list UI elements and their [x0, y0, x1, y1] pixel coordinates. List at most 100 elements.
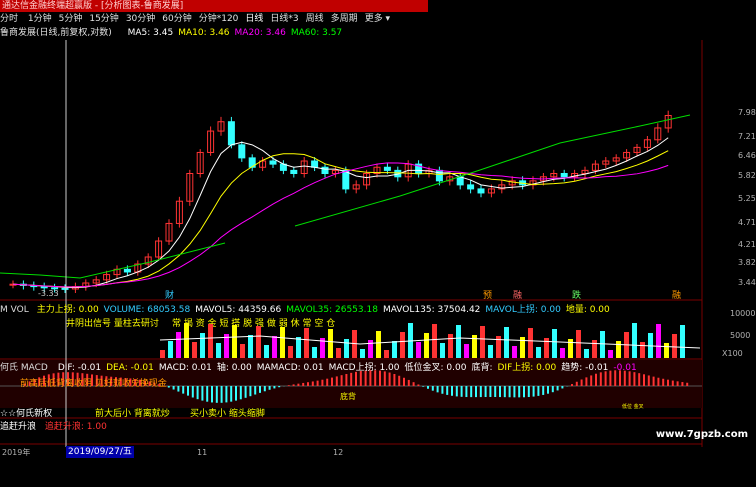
- volume-bar: [608, 350, 613, 358]
- candle-body: [560, 173, 568, 178]
- volume-bar: [256, 326, 261, 358]
- period-tab[interactable]: 1分钟: [28, 14, 52, 24]
- macd-indicator-value: MAMACD: 0.01: [256, 363, 324, 373]
- volume-bar: [536, 347, 541, 358]
- macd-bottom-tag: 底背: [340, 391, 356, 401]
- volume-bar: [488, 345, 493, 358]
- volume-bar: [176, 332, 181, 358]
- volume-bar: [296, 337, 301, 358]
- macd-indicator-value: DIF: -0.01: [57, 363, 102, 373]
- volume-bar: [656, 324, 661, 358]
- ma-value: MA5: 3.45: [127, 28, 174, 38]
- volume-bar: [312, 347, 317, 358]
- macd-indicator-header: 何氏 MACD DIF: -0.01 DEA: -0.01 MACD: 0.01 轴: …: [0, 362, 642, 374]
- period-fenshi[interactable]: 分时: [0, 14, 18, 24]
- vol-tick-label: 10000: [730, 309, 755, 318]
- date-axis-tick-12: 12: [333, 448, 344, 457]
- ma-value: MA10: 3.46: [178, 28, 230, 38]
- macd-indicator-value: MACD: 0.01: [158, 363, 212, 373]
- period-tab[interactable]: 15分钟: [89, 14, 118, 24]
- macd-panel-title: 何氏 MACD: [0, 363, 48, 373]
- volume-bar: [576, 330, 581, 358]
- macd-caption-2: 买小卖小 缩头缩脚: [190, 409, 265, 419]
- volume-bar: [448, 334, 453, 358]
- volume-bar: [456, 325, 461, 358]
- price-tick-label: 5.82: [738, 171, 756, 180]
- bottom-indicator-label: 追赶升浪: [0, 422, 37, 432]
- price-tick-label: 3.82: [738, 258, 756, 267]
- volume-bar: [160, 350, 165, 358]
- volume-bar: [568, 339, 573, 358]
- macd-tiny-label: 低位 金叉: [622, 403, 644, 410]
- macd-indicator-value: DEA: -0.01: [106, 363, 154, 373]
- price-tick-label: 3.44: [738, 278, 756, 287]
- volume-bar: [424, 333, 429, 358]
- cursor-date-label: 2019/09/27/五: [66, 446, 134, 458]
- period-tab[interactable]: 更多 ▾: [365, 14, 390, 24]
- candle-body: [61, 287, 69, 290]
- vol-indicator-value: MAVOL上拐: 0.00: [485, 305, 561, 315]
- bottom-indicator-value: 追赶升浪: 1.00: [44, 422, 107, 432]
- volume-bar: [216, 343, 221, 358]
- period-tab[interactable]: 分钟*120: [199, 14, 239, 24]
- volume-bar: [584, 349, 589, 358]
- volume-bar: [528, 328, 533, 358]
- period-tab[interactable]: 30分钟: [126, 14, 155, 24]
- volume-bar: [416, 342, 421, 358]
- volume-bar: [360, 349, 365, 358]
- ma-value: MA60: 3.57: [290, 28, 343, 38]
- date-axis-year: 2019年: [2, 448, 31, 457]
- candle-body: [477, 188, 485, 194]
- period-tab[interactable]: 5分钟: [59, 14, 83, 24]
- volume-bar: [184, 323, 189, 358]
- period-tab[interactable]: 日线*3: [270, 14, 298, 24]
- candle-body: [311, 160, 319, 168]
- candle-body: [435, 169, 443, 182]
- volume-bar: [328, 329, 333, 358]
- ma-legend: 鲁商发展(日线,前复权,对数) MA5: 3.45 MA10: 3.46 MA20:…: [0, 27, 347, 39]
- volume-bar: [632, 323, 637, 358]
- candle-body: [467, 184, 475, 190]
- volume-bar: [264, 345, 269, 358]
- price-panel-title: 鲁商发展(日线,前复权,对数): [0, 28, 112, 38]
- price-tick-label: 4.21: [738, 240, 756, 249]
- volume-bar: [232, 325, 237, 358]
- macd-caption-1: 前大后小 背离就炒: [95, 409, 170, 419]
- candle-body: [123, 268, 131, 273]
- volume-bar: [288, 346, 293, 358]
- period-tab[interactable]: 日线: [245, 14, 263, 24]
- volume-bar: [552, 329, 557, 358]
- period-toolbar: 分时 1分钟 5分钟 15分钟 30分钟 60分钟 分钟*120 日线 日线*3 周线 多周期 更多…: [0, 13, 397, 26]
- volume-bar: [376, 331, 381, 358]
- volume-bar: [512, 346, 517, 358]
- macd-note: 前高后低背离收阴 见好就收兑换现金: [20, 379, 167, 389]
- volume-bar: [616, 341, 621, 358]
- macd-indicator-value: -0.01: [613, 363, 637, 373]
- candle-body: [342, 169, 350, 190]
- volume-bar: [240, 344, 245, 358]
- event-marker: 融: [672, 290, 681, 301]
- period-tab[interactable]: 60分钟: [162, 14, 191, 24]
- candle-body: [238, 144, 246, 159]
- ma-value: MA20: 3.46: [234, 28, 286, 38]
- macd-indicator-value: DIF上拐: 0.00: [497, 363, 557, 373]
- vol-indicator-value: VOLUME: 68053.58: [103, 305, 191, 315]
- vol-indicator-value: MAVOL5: 44359.66: [195, 305, 282, 315]
- volume-bar: [640, 342, 645, 358]
- period-tab[interactable]: 多周期: [331, 14, 358, 24]
- period-tab[interactable]: 周线: [306, 14, 324, 24]
- vol-indicator-value: 地量: 0.00: [565, 305, 610, 315]
- vol-words-text: 常 揭 资 金 短 搭 脱 强 做 弱 休 常 空 仓: [172, 317, 335, 329]
- price-axis: 7.98 7.21 6.46 5.82 5.25 4.71 4.21 3.82 3.44: [706, 0, 756, 300]
- macd-caption-title: ☆☆何氏新权: [0, 409, 53, 419]
- volume-bar: [440, 343, 445, 358]
- macd-indicator-value: MACD上拐: 1.00: [328, 363, 400, 373]
- price-tick-label: 4.71: [738, 218, 756, 227]
- volume-bar: [432, 324, 437, 358]
- vol-panel-title: M VOL: [0, 305, 29, 315]
- volume-bar: [304, 328, 309, 358]
- volume-bar: [664, 343, 669, 358]
- volume-bar: [464, 344, 469, 358]
- volume-bar: [368, 340, 373, 358]
- candle-body: [383, 166, 391, 171]
